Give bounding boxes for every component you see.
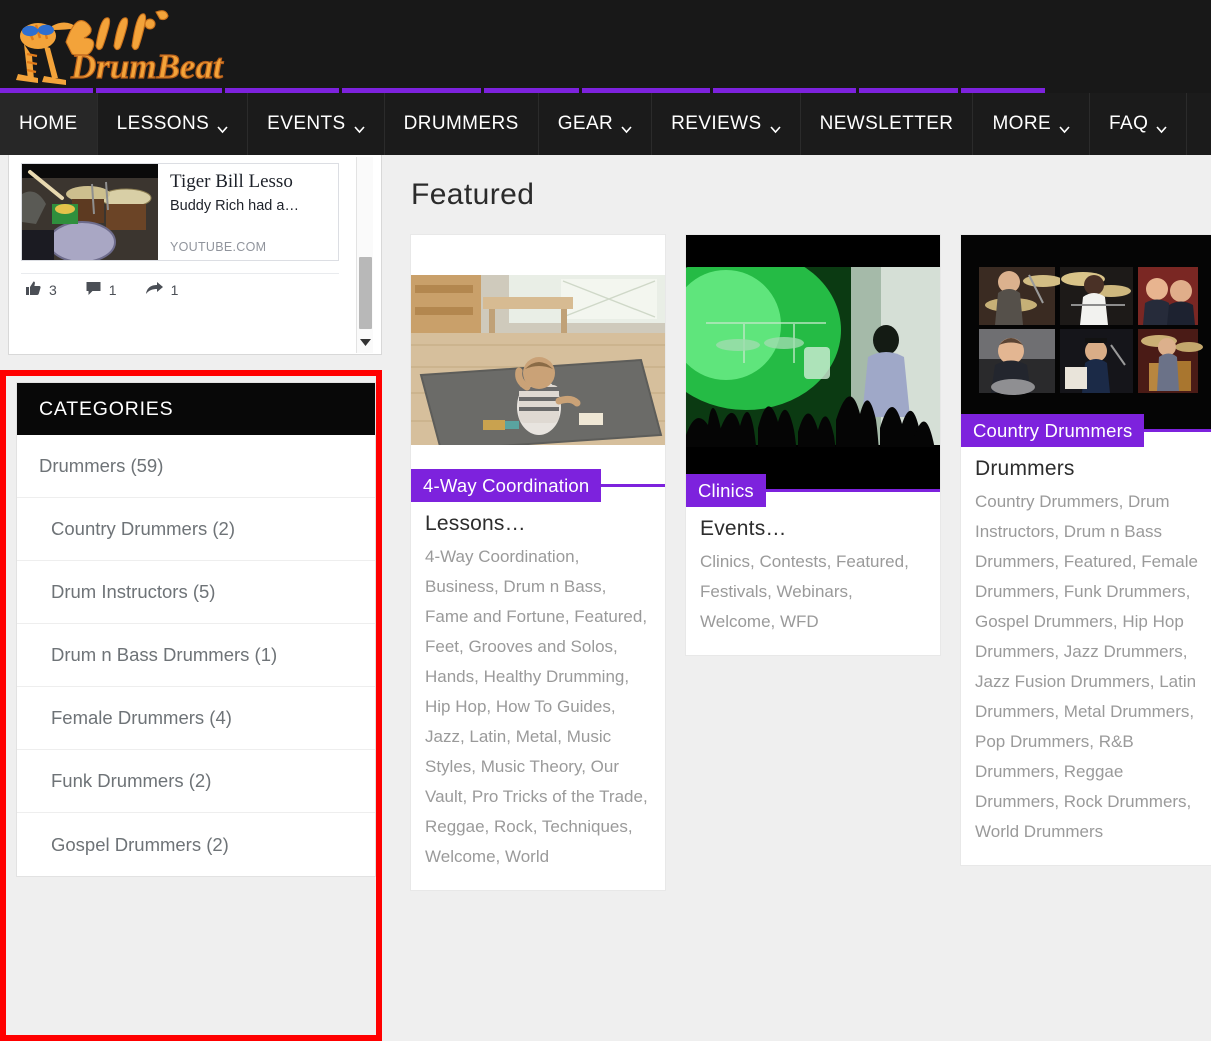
card-category-badge[interactable]: 4-Way Coordination [411, 469, 602, 502]
featured-card[interactable]: 4-Way Coordination Lessons… 4-Way Coordi… [411, 235, 665, 890]
nav-item-faq[interactable]: FAQ [1090, 93, 1188, 155]
comment-bubble-icon [85, 280, 102, 300]
category-item-female-drummers[interactable]: Female Drummers (4) [17, 687, 375, 750]
featured-card-grid: 4-Way Coordination Lessons… 4-Way Coordi… [411, 235, 1211, 890]
card-body: Events… Clinics, Contests, Featured, Fes… [686, 507, 940, 655]
category-item-drum-n-bass-drummers[interactable]: Drum n Bass Drummers (1) [17, 624, 375, 687]
nav-item-label: LESSONS [116, 113, 210, 134]
facebook-widget-scrollbar[interactable] [356, 157, 373, 353]
card-body: Lessons… 4-Way Coordination, Business, D… [411, 502, 665, 890]
category-label: Country Drummers (2) [51, 518, 235, 539]
category-label: Gospel Drummers (2) [51, 833, 229, 855]
scrollbar-thumb[interactable] [359, 257, 372, 329]
main-navigation: HOME LESSONS EVENTS DRUMMERS GEAR REVIEW… [0, 93, 1211, 155]
nav-item-home[interactable]: HOME [0, 93, 98, 155]
drumkit-photo [22, 164, 158, 260]
nav-item-more[interactable]: MORE [973, 93, 1091, 155]
category-item-gospel-drummers[interactable]: Gospel Drummers (2) [17, 813, 375, 876]
featured-card[interactable]: Clinics Events… Clinics, Contests, Featu… [686, 235, 940, 655]
card-body: Drummers Country Drummers, Drum Instruct… [961, 447, 1211, 865]
facebook-link-description: Buddy Rich had a… [170, 198, 299, 214]
facebook-post-content: Tiger Bill Lesso Buddy Rich had a… YOUTU… [21, 159, 351, 306]
nav-item-label: FAQ [1109, 113, 1149, 134]
comment-action[interactable]: 1 [85, 280, 117, 300]
nav-item-events[interactable]: EVENTS [248, 93, 385, 155]
card-badge-row: Country Drummers [961, 414, 1211, 447]
comment-count: 1 [108, 282, 117, 298]
card-badge-row: 4-Way Coordination [411, 469, 665, 502]
baby-on-rug-photo [411, 235, 665, 485]
card-tag-list[interactable]: 4-Way Coordination, Business, Drum n Bas… [425, 542, 651, 872]
video-thumbnail[interactable] [22, 164, 158, 260]
chevron-down-icon [217, 119, 228, 133]
nav-item-newsletter[interactable]: NEWSLETTER [801, 93, 974, 155]
featured-card[interactable]: Country Drummers Drummers Country Drumme… [961, 235, 1211, 865]
logo-artwork: DrumBeat [16, 10, 225, 87]
nav-item-reviews[interactable]: REVIEWS [652, 93, 801, 155]
card-image [686, 235, 940, 490]
card-category-badge[interactable]: Clinics [686, 474, 766, 507]
category-item-funk-drummers[interactable]: Funk Drummers (2) [17, 750, 375, 813]
facebook-link-domain: YOUTUBE.COM [170, 240, 267, 254]
category-label: Drum n Bass Drummers (1) [51, 644, 278, 665]
categories-title: CATEGORIES [39, 397, 174, 420]
like-action[interactable]: 3 [25, 280, 57, 300]
nav-item-label: EVENTS [267, 113, 346, 134]
share-arrow-icon [145, 280, 164, 300]
site-logo[interactable]: DrumBeat [8, 4, 268, 88]
card-tag-list[interactable]: Country Drummers, Drum Instructors, Drum… [975, 487, 1201, 847]
concert-crowd-photo [686, 235, 940, 490]
share-count: 1 [170, 282, 179, 298]
nav-item-gear[interactable]: GEAR [539, 93, 653, 155]
nav-item-label: REVIEWS [671, 113, 762, 134]
card-title: Lessons… [425, 512, 526, 535]
svg-text:DrumBeat: DrumBeat [70, 47, 224, 86]
nav-item-label: DRUMMERS [403, 113, 519, 134]
site-header: DrumBeat HOME LESSONS EVENTS DRUMMERS GE… [0, 0, 1211, 155]
page-body: Tiger Bill Lesso Buddy Rich had a… YOUTU… [0, 155, 1211, 1041]
facebook-engagement-bar: 3 1 1 [21, 274, 351, 306]
card-title: Drummers [975, 457, 1075, 480]
category-item-drum-instructors[interactable]: Drum Instructors (5) [17, 561, 375, 624]
main-content: Featured 4-Way Coordination Lessons… 4-W… [390, 155, 1211, 908]
nav-item-drummers[interactable]: DRUMMERS [385, 93, 539, 155]
category-item-country-drummers[interactable]: Country Drummers (2) [17, 498, 375, 561]
chevron-down-icon [1059, 119, 1070, 133]
category-label: Female Drummers (4) [51, 707, 232, 728]
category-item-drummers[interactable]: Drummers (59) [17, 435, 375, 498]
left-sidebar: Tiger Bill Lesso Buddy Rich had a… YOUTU… [0, 155, 390, 1041]
chevron-down-icon [353, 119, 365, 133]
card-title: Events… [700, 517, 787, 540]
nav-item-label: GEAR [557, 113, 614, 134]
categories-header: CATEGORIES [17, 383, 375, 435]
nav-item-label: NEWSLETTER [819, 113, 954, 134]
page-title: Featured [411, 178, 535, 211]
card-tag-list[interactable]: Clinics, Contests, Featured, Festivals, … [700, 547, 926, 637]
category-label: Drum Instructors (5) [51, 581, 216, 602]
facebook-post-widget: Tiger Bill Lesso Buddy Rich had a… YOUTU… [8, 155, 382, 355]
chevron-down-icon[interactable] [357, 333, 374, 351]
nav-item-label: MORE [992, 113, 1052, 134]
drummer-collage-photo [961, 235, 1211, 430]
like-count: 3 [49, 282, 57, 298]
facebook-link-preview[interactable]: Tiger Bill Lesso Buddy Rich had a… YOUTU… [21, 163, 339, 261]
card-image [411, 235, 665, 485]
chevron-down-icon [769, 119, 781, 133]
nav-filler [1187, 93, 1211, 155]
categories-widget: CATEGORIES Drummers (59) Country Drummer… [16, 382, 376, 877]
facebook-link-title[interactable]: Tiger Bill Lesso [170, 171, 328, 193]
category-label: Drummers (59) [39, 455, 164, 476]
card-badge-row: Clinics [686, 474, 940, 507]
nav-item-lessons[interactable]: LESSONS [98, 93, 249, 155]
nav-item-label: HOME [19, 113, 78, 134]
categories-highlight-box: CATEGORIES Drummers (59) Country Drummer… [0, 370, 382, 1041]
facebook-link-meta: Tiger Bill Lesso Buddy Rich had a… YOUTU… [158, 164, 338, 260]
card-category-badge[interactable]: Country Drummers [961, 414, 1145, 447]
chevron-down-icon [621, 119, 632, 133]
card-image [961, 235, 1211, 430]
category-label: Funk Drummers (2) [51, 770, 212, 791]
thumbs-up-icon [25, 280, 42, 300]
share-action[interactable]: 1 [145, 280, 179, 300]
chevron-down-icon [1156, 119, 1167, 133]
